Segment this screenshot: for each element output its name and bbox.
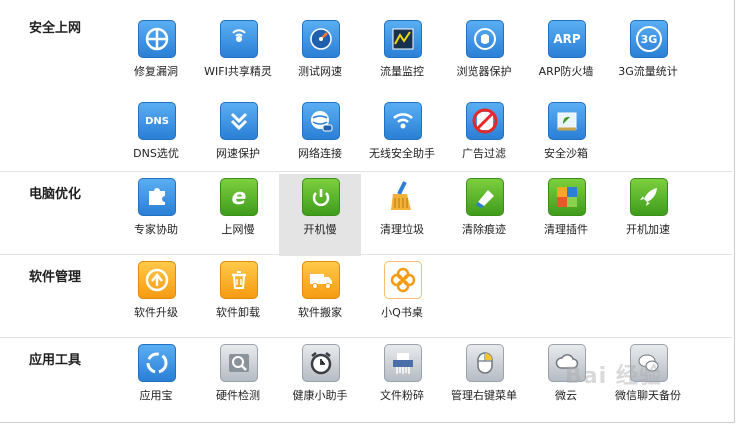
tool-label: 应用宝 [139,389,173,402]
tool-slow-internet[interactable]: e 上网慢 [197,174,279,256]
tool-label: 流量监控 [380,65,424,78]
sandbox-icon [548,102,586,140]
tool-label: 软件升级 [134,306,178,319]
plugin-puzzle-icon [548,178,586,216]
tool-wireless-security[interactable]: 无线安全助手 [361,98,443,180]
tool-label: DNS选优 [133,147,179,160]
eraser-icon [466,178,504,216]
section-title-pc-optimize: 电脑优化 [29,187,82,202]
tool-browser-protect[interactable]: 浏览器保护 [443,16,525,98]
tool-label: 清理垃圾 [380,223,424,236]
ad-block-icon [466,102,504,140]
tool-label: 清除痕迹 [462,223,506,236]
mouse-icon [466,344,504,382]
net-speed-protect-icon [220,102,258,140]
tool-software-move[interactable]: 软件搬家 [279,257,361,339]
tool-context-menu[interactable]: 管理右键菜单 [443,340,525,422]
tool-label: 测试网速 [298,65,342,78]
tool-software-uninstall[interactable]: 软件卸载 [197,257,279,339]
tool-dns[interactable]: DNS DNS选优 [115,98,197,180]
tool-app-store[interactable]: 应用宝 [115,340,197,422]
tool-boot-accelerate[interactable]: 开机加速 [607,174,689,256]
tool-clean-junk[interactable]: 清理垃圾 [361,174,443,256]
tool-health-helper[interactable]: 健康小助手 [279,340,361,422]
hardware-check-icon [220,344,258,382]
section-title-software-manage: 软件管理 [29,270,82,285]
tool-label: 小Q书桌 [381,306,423,319]
tool-label: 修复漏洞 [134,65,178,78]
truck-icon [302,261,340,299]
section-title-safe-internet: 安全上网 [29,21,82,36]
tool-q-desk[interactable]: 小Q书桌 [361,257,443,339]
tool-panel: 安全上网 修复漏洞 WIFI共享精灵 测试网速 流量监控 浏览器保护 ARP A… [0,0,735,423]
repair-vulnerability-icon [138,20,176,58]
arp-text: ARP [553,32,581,46]
tool-label: WIFI共享精灵 [204,65,272,78]
rocket-icon [630,178,668,216]
tool-expert-assist[interactable]: 专家协助 [115,174,197,256]
tool-label: 软件搬家 [298,306,342,319]
tool-label: 开机加速 [626,223,670,236]
tool-label: 管理右键菜单 [451,389,517,402]
tool-label: 专家协助 [134,223,178,236]
traffic-monitor-icon [384,20,422,58]
3g-traffic-icon: 3G [630,20,668,58]
tool-arp-firewall[interactable]: ARP ARP防火墙 [525,16,607,98]
trash-icon [220,261,258,299]
dns-icon: DNS [138,102,176,140]
tool-label: 上网慢 [221,223,255,236]
speed-test-icon [302,20,340,58]
tool-label: 硬件检测 [216,389,260,402]
section-title-app-tools: 应用工具 [29,353,82,368]
tool-label: 3G流量统计 [618,65,678,78]
tool-label: 网速保护 [216,147,260,160]
tool-clear-traces[interactable]: 清除痕迹 [443,174,525,256]
shredder-icon [384,344,422,382]
tool-label: 浏览器保护 [456,65,512,78]
tool-software-upgrade[interactable]: 软件升级 [115,257,197,339]
wireless-security-icon [384,102,422,140]
app-store-icon [138,344,176,382]
tool-hardware-check[interactable]: 硬件检测 [197,340,279,422]
broom-icon [384,178,420,214]
tool-clean-plugins[interactable]: 清理插件 [525,174,607,256]
tool-slow-boot[interactable]: 开机慢 [279,174,361,256]
power-icon [302,178,340,216]
tool-label: 软件卸载 [216,306,260,319]
ie-browser-icon: e [220,178,258,216]
network-connection-icon [302,102,340,140]
tool-label: 健康小助手 [292,389,348,402]
wifi-share-icon [220,20,258,58]
puzzle-icon [138,178,176,216]
tool-label: 广告过滤 [462,147,506,160]
tool-ad-block[interactable]: 广告过滤 [443,98,525,180]
arp-firewall-icon: ARP [548,20,586,58]
tool-label: 开机慢 [303,223,337,236]
tool-speed-test[interactable]: 测试网速 [279,16,361,98]
tool-file-shredder[interactable]: 文件粉碎 [361,340,443,422]
tool-sandbox[interactable]: 安全沙箱 [525,98,607,180]
tool-label: ARP防火墙 [538,65,594,78]
browser-protect-icon [466,20,504,58]
tool-net-speed-protect[interactable]: 网速保护 [197,98,279,180]
tool-repair-vulnerability[interactable]: 修复漏洞 [115,16,197,98]
baidu-watermark: Bai 经验 [565,364,662,389]
tool-3g-traffic[interactable]: 3G 3G流量统计 [607,16,689,98]
tool-label: 文件粉碎 [380,389,424,402]
clover-icon [384,261,422,299]
upgrade-arrow-icon [138,261,176,299]
dns-text: DNS [145,115,169,127]
tool-label: 无线安全助手 [369,147,435,160]
tool-label: 网络连接 [298,147,342,160]
tool-label: 安全沙箱 [544,147,588,160]
alarm-clock-icon [302,344,340,382]
ie-letter: e [231,184,247,210]
tool-traffic-monitor[interactable]: 流量监控 [361,16,443,98]
tool-label: 清理插件 [544,223,588,236]
tool-wifi-share[interactable]: WIFI共享精灵 [197,16,279,98]
3g-text: 3G [636,26,662,52]
tool-network-connection[interactable]: 网络连接 [279,98,361,180]
